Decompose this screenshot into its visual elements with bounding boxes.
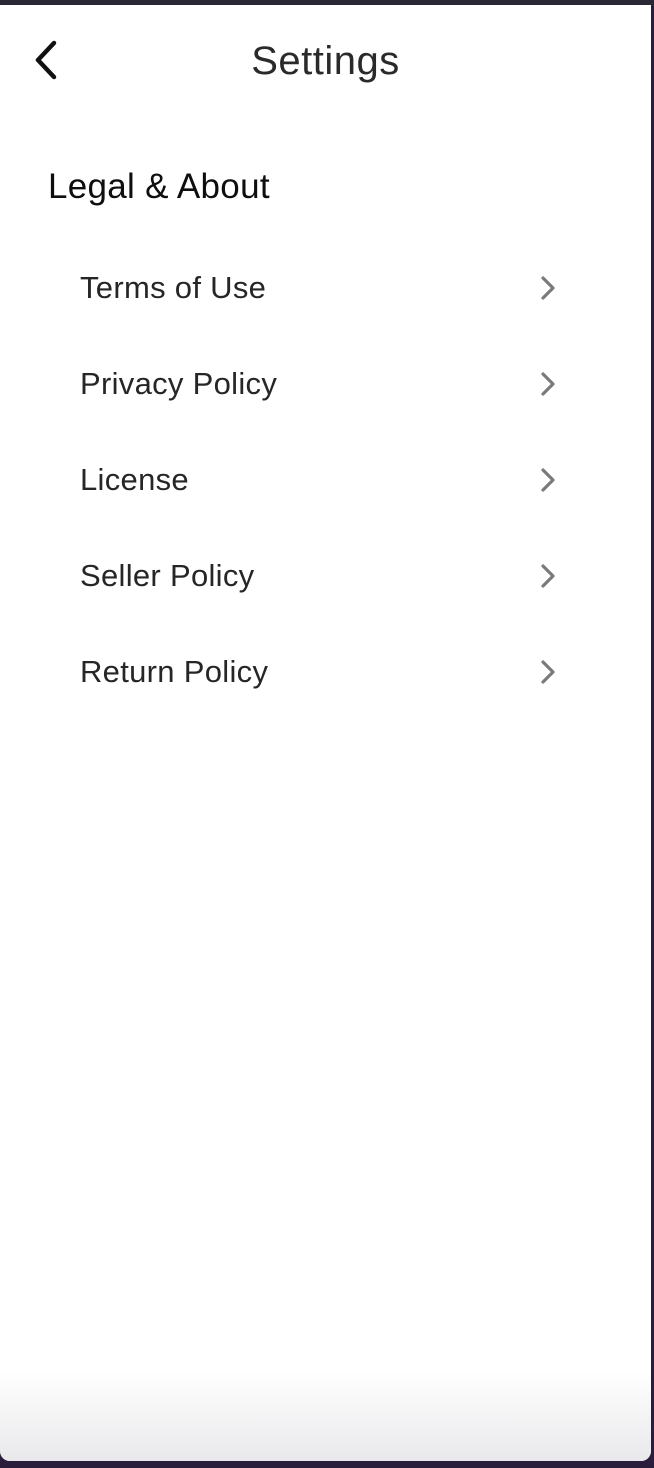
menu-item-return-policy[interactable]: Return Policy	[0, 624, 651, 720]
menu-item-license[interactable]: License	[0, 432, 651, 528]
section-heading: Legal & About	[48, 167, 270, 206]
header-bar: Settings	[0, 5, 651, 115]
settings-screen: Settings Legal & About Terms of Use Priv…	[0, 5, 651, 1461]
bottom-shade	[0, 1371, 651, 1461]
page-title: Settings	[251, 39, 400, 83]
menu-item-terms-of-use[interactable]: Terms of Use	[0, 240, 651, 336]
menu-item-label: Seller Policy	[80, 558, 255, 593]
menu-item-label: Privacy Policy	[80, 366, 278, 401]
chevron-right-icon	[541, 372, 555, 396]
legal-menu-list: Terms of Use Privacy Policy License Sell…	[0, 240, 651, 720]
chevron-right-icon	[541, 564, 555, 588]
chevron-right-icon	[541, 276, 555, 300]
menu-item-seller-policy[interactable]: Seller Policy	[0, 528, 651, 624]
menu-item-label: Return Policy	[80, 654, 269, 689]
chevron-right-icon	[541, 660, 555, 684]
chevron-right-icon	[541, 468, 555, 492]
menu-item-label: Terms of Use	[80, 270, 267, 305]
menu-item-privacy-policy[interactable]: Privacy Policy	[0, 336, 651, 432]
menu-item-label: License	[80, 462, 189, 497]
